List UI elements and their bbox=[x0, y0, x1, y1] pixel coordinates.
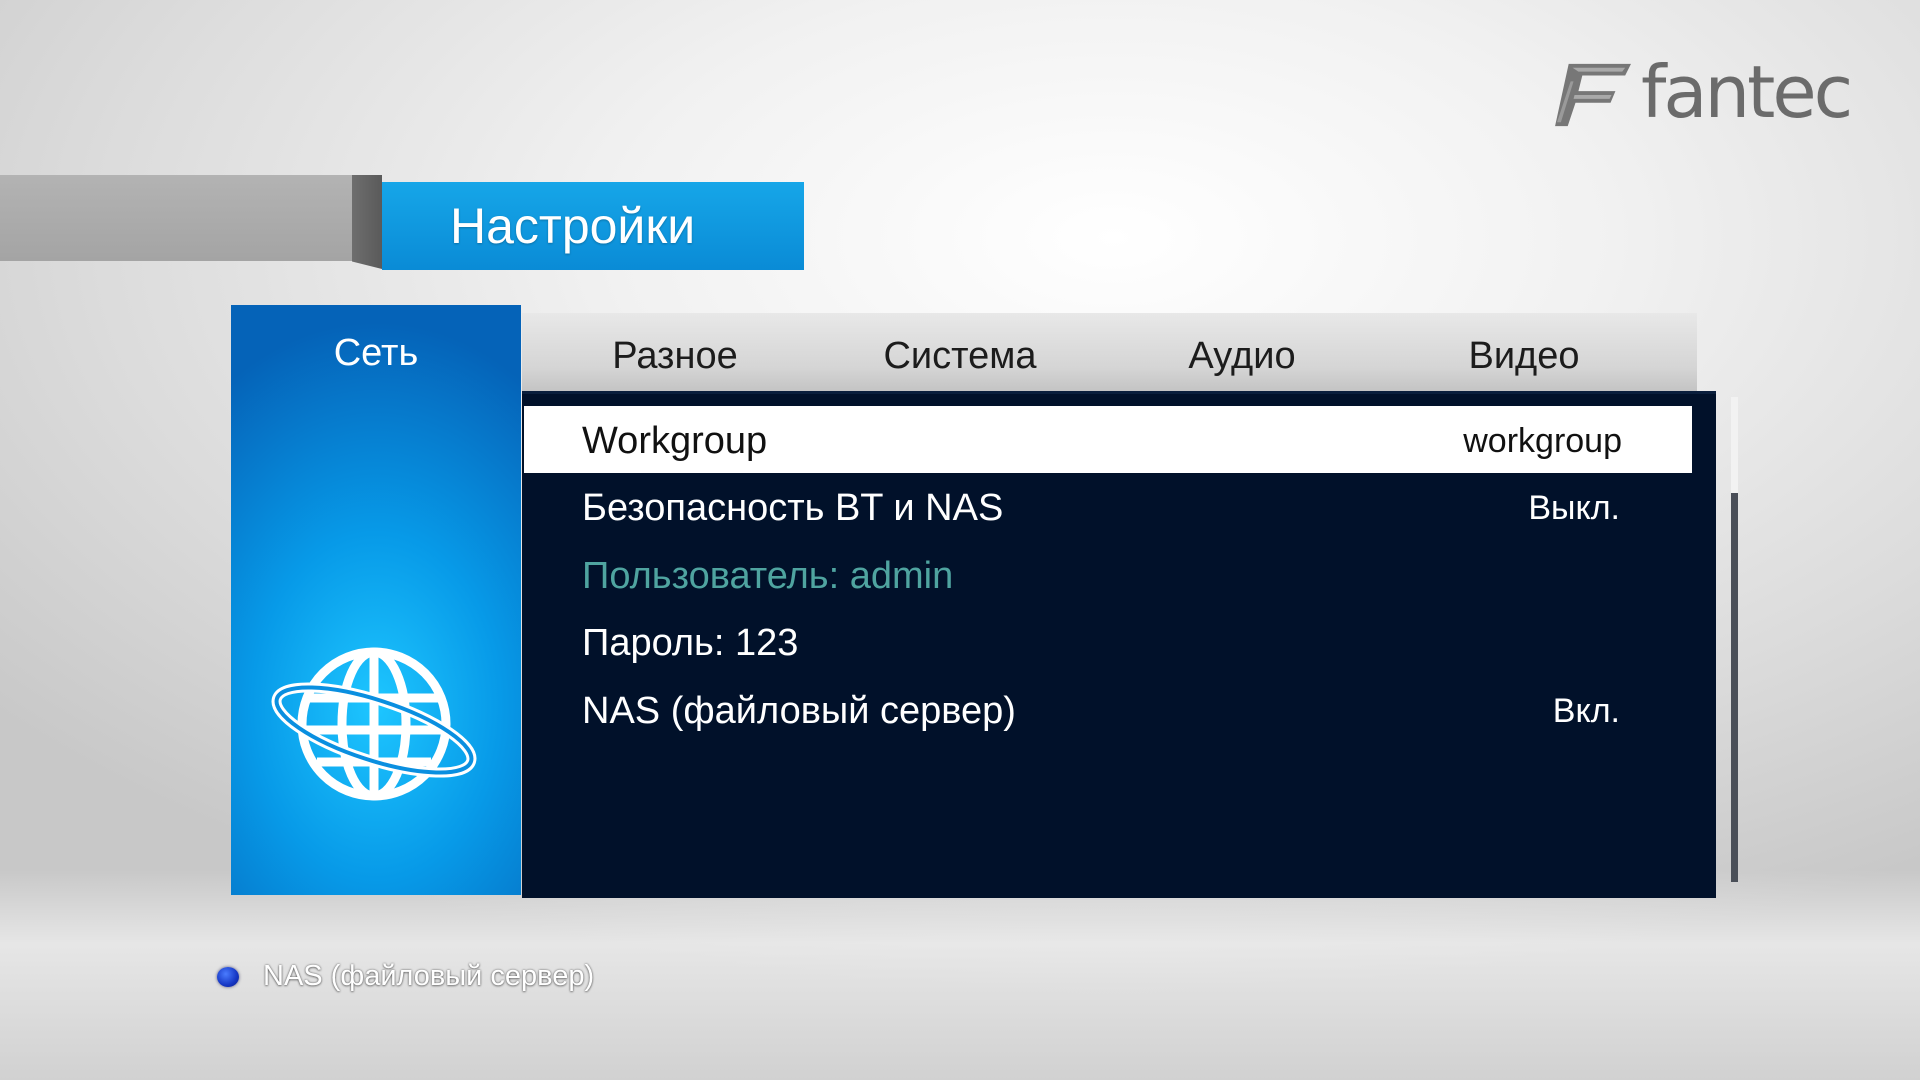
logo-text: fantec bbox=[1641, 50, 1853, 134]
setting-row-password[interactable]: Пароль: 123 bbox=[524, 608, 1692, 675]
settings-list: Workgroup workgroup Безопасность BT и NA… bbox=[522, 391, 1716, 898]
tab-system[interactable]: Система bbox=[840, 335, 1080, 378]
scrollbar-thumb[interactable] bbox=[1731, 397, 1738, 493]
hint-dot-icon bbox=[217, 966, 239, 987]
setting-row-user: Пользователь: admin bbox=[524, 541, 1692, 608]
setting-value: workgroup bbox=[1463, 422, 1622, 460]
title-bar-fold bbox=[352, 175, 382, 269]
hint-text: NAS (файловый сервер) bbox=[263, 960, 595, 992]
globe-icon bbox=[271, 647, 477, 801]
tab-video[interactable]: Видео bbox=[1404, 335, 1644, 378]
setting-value: Выкл. bbox=[1528, 489, 1620, 527]
setting-label: Безопасность BT и NAS bbox=[582, 487, 1004, 529]
setting-label: NAS (файловый сервер) bbox=[582, 690, 1016, 732]
category-panel-network[interactable]: Сеть bbox=[231, 305, 521, 895]
setting-row-bt-nas-security[interactable]: Безопасность BT и NAS Выкл. bbox=[524, 473, 1692, 540]
category-label: Сеть bbox=[333, 332, 419, 374]
fantec-f-logo-icon bbox=[1555, 63, 1631, 127]
setting-label: Пароль: 123 bbox=[582, 622, 799, 664]
setting-label: Пользователь: admin bbox=[582, 555, 954, 597]
tab-misc[interactable]: Разное bbox=[555, 335, 795, 378]
setting-label: Workgroup bbox=[582, 420, 768, 462]
title-bar-left bbox=[0, 175, 354, 261]
setting-row-nas-server[interactable]: NAS (файловый сервер) Вкл. bbox=[524, 676, 1692, 743]
page-title: Настройки bbox=[450, 198, 696, 254]
help-hint: NAS (файловый сервер) bbox=[217, 960, 594, 993]
tab-audio[interactable]: Аудио bbox=[1122, 335, 1362, 378]
setting-value: Вкл. bbox=[1552, 692, 1620, 730]
settings-tabs: Разное Система Аудио Видео bbox=[522, 313, 1697, 391]
setting-row-workgroup[interactable]: Workgroup workgroup bbox=[524, 406, 1692, 473]
page-title-box: Настройки bbox=[382, 182, 804, 270]
fantec-logo: fantec bbox=[1555, 55, 1855, 135]
